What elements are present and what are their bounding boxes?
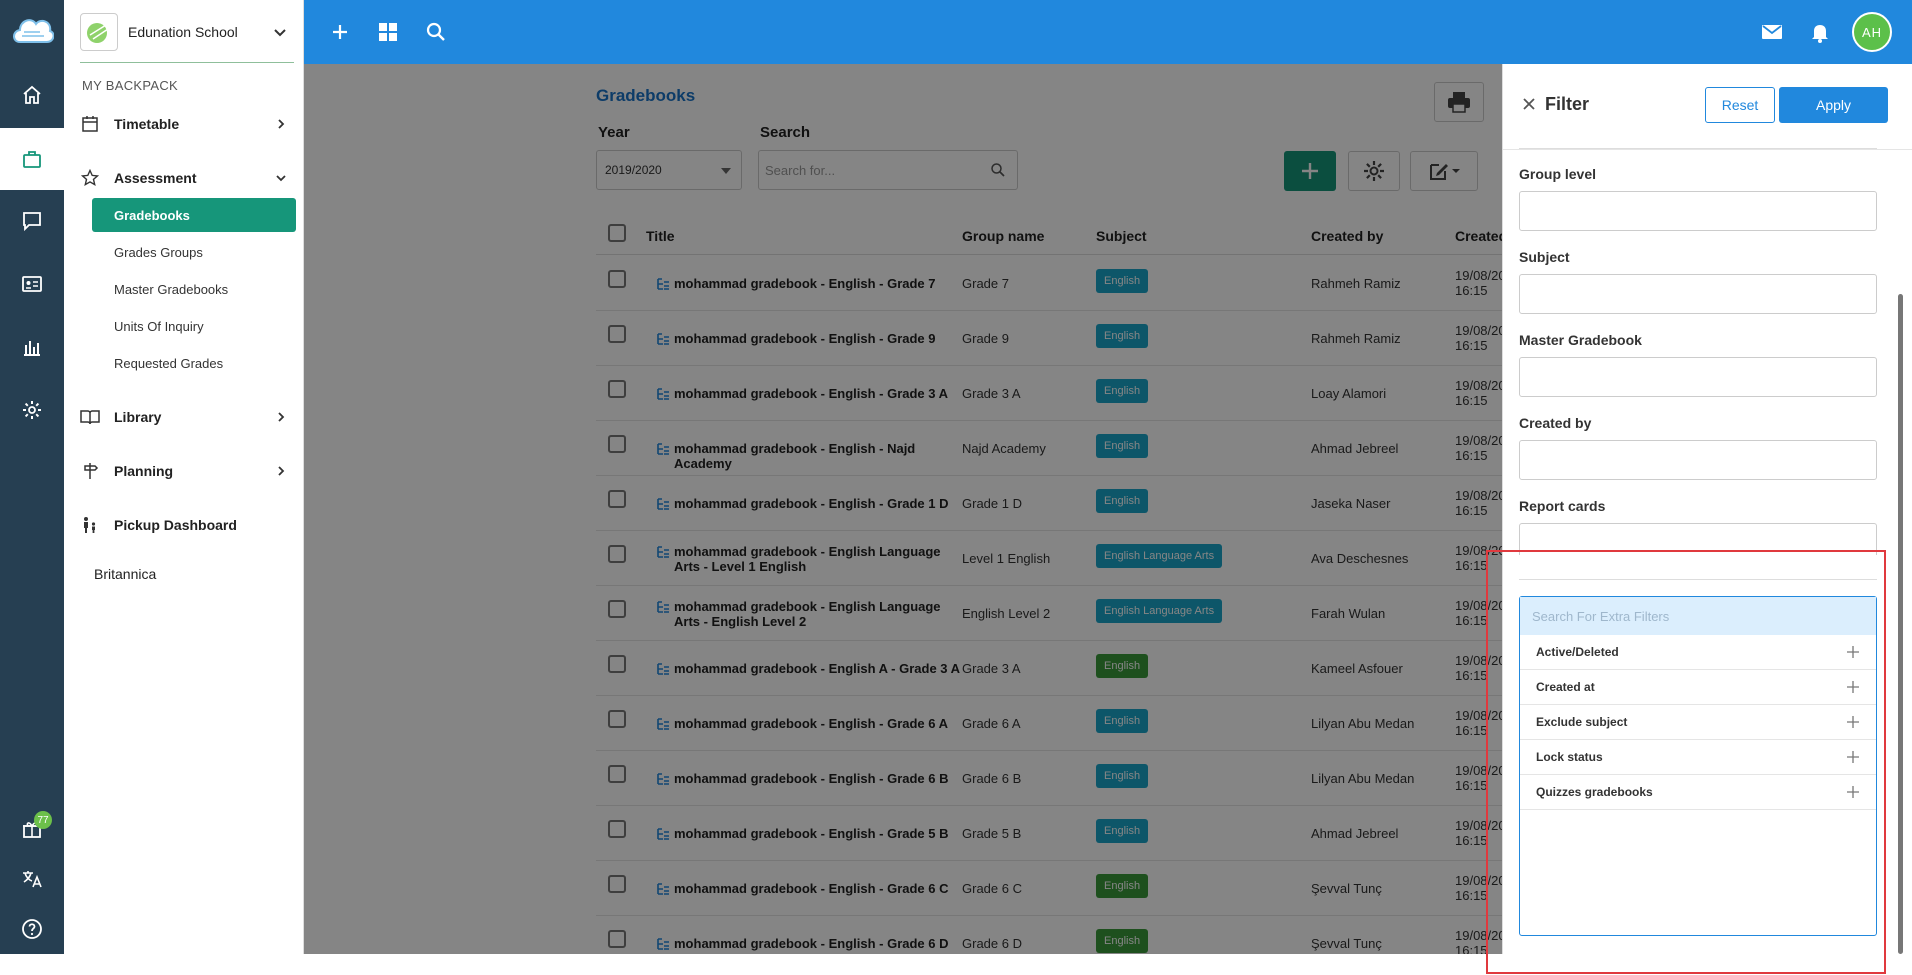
britannica-link[interactable]: Britannica — [94, 566, 156, 582]
filter-label-group-level: Group level — [1519, 166, 1597, 182]
sidebar-item-planning[interactable]: Planning — [80, 460, 288, 482]
translate-icon — [23, 871, 42, 888]
home-icon — [23, 85, 41, 104]
chevron-right-icon — [278, 412, 285, 422]
sidebar-sub-gradebooks[interactable]: Gradebooks — [92, 198, 296, 232]
school-switcher[interactable]: Edunation School — [80, 12, 288, 52]
rail-backpack[interactable] — [0, 128, 64, 190]
bar-chart-icon — [24, 341, 40, 356]
sidebar-sub-units-of-inquiry[interactable]: Units Of Inquiry — [92, 309, 296, 343]
divider — [80, 62, 294, 63]
family-icon — [80, 515, 100, 535]
school-logo — [80, 13, 118, 51]
sidebar-item-label: Planning — [114, 463, 174, 479]
gift-count-badge: 77 — [34, 811, 52, 829]
id-card-icon — [22, 276, 42, 292]
filter-title: Filter — [1545, 94, 1590, 114]
sidebar-item-label: Library — [114, 409, 162, 425]
sidebar-item-label: Pickup Dashboard — [114, 517, 237, 533]
sidebar-item-pickup-dashboard[interactable]: Pickup Dashboard — [80, 514, 288, 536]
cloud-logo-icon[interactable] — [10, 12, 54, 48]
user-avatar[interactable]: AH — [1852, 12, 1892, 52]
subject-field[interactable] — [1519, 274, 1877, 314]
rail-messages[interactable] — [0, 190, 64, 252]
filter-scroll-thumb[interactable] — [1898, 294, 1903, 954]
signpost-icon — [80, 461, 100, 481]
section-label: MY BACKPACK — [82, 78, 179, 93]
rail-help[interactable] — [0, 898, 64, 960]
chevron-down-icon[interactable] — [272, 24, 288, 40]
chevron-right-icon — [278, 466, 285, 476]
bell-icon[interactable] — [1808, 20, 1832, 44]
sidebar: Edunation School MY BACKPACK Timetable A… — [64, 0, 304, 954]
top-bar — [304, 0, 1912, 64]
master-gradebook-field[interactable] — [1519, 357, 1877, 397]
help-icon — [22, 919, 42, 939]
sidebar-sub-requested-grades[interactable]: Requested Grades — [92, 346, 296, 380]
filter-label-created-by: Created by — [1519, 415, 1592, 431]
sidebar-sub-grades-groups[interactable]: Grades Groups — [92, 235, 296, 269]
chat-icon — [23, 212, 41, 232]
divider — [1519, 148, 1877, 149]
filter-label-master-gradebook: Master Gradebook — [1519, 332, 1642, 348]
briefcase-icon — [23, 151, 41, 168]
filter-label-subject: Subject — [1519, 249, 1570, 265]
school-logo-icon — [87, 23, 109, 43]
icon-rail: 77 — [0, 0, 64, 954]
chevron-right-icon — [278, 119, 285, 129]
rail-reports[interactable] — [0, 316, 64, 378]
sidebar-item-timetable[interactable]: Timetable — [80, 113, 288, 135]
calendar-icon — [80, 114, 100, 134]
highlight-box — [1486, 550, 1886, 974]
grid-icon[interactable] — [376, 20, 400, 44]
sidebar-sub-master-gradebooks[interactable]: Master Gradebooks — [92, 272, 296, 306]
star-icon — [80, 168, 100, 188]
rail-id-card[interactable] — [0, 253, 64, 315]
rail-settings[interactable] — [0, 379, 64, 441]
sidebar-item-label: Timetable — [114, 116, 180, 132]
search-icon[interactable] — [424, 20, 448, 44]
reset-button[interactable]: Reset — [1705, 87, 1775, 123]
sidebar-item-assessment[interactable]: Assessment — [80, 167, 288, 189]
close-icon[interactable] — [1521, 96, 1537, 112]
group-level-field[interactable] — [1519, 191, 1877, 231]
created-by-field[interactable] — [1519, 440, 1877, 480]
sidebar-item-label: Assessment — [114, 170, 197, 186]
filter-header: Filter Reset Apply — [1503, 64, 1912, 150]
plus-icon[interactable] — [328, 20, 352, 44]
sidebar-item-library[interactable]: Library — [80, 406, 288, 428]
rail-home[interactable] — [0, 64, 64, 126]
mail-icon[interactable] — [1760, 20, 1784, 44]
filter-label-report-cards: Report cards — [1519, 498, 1606, 514]
apply-button[interactable]: Apply — [1779, 87, 1888, 123]
book-icon — [80, 407, 100, 427]
gear-icon — [23, 401, 41, 419]
school-name: Edunation School — [128, 24, 238, 40]
modal-backdrop[interactable] — [304, 64, 1502, 954]
chevron-down-icon — [276, 175, 286, 182]
